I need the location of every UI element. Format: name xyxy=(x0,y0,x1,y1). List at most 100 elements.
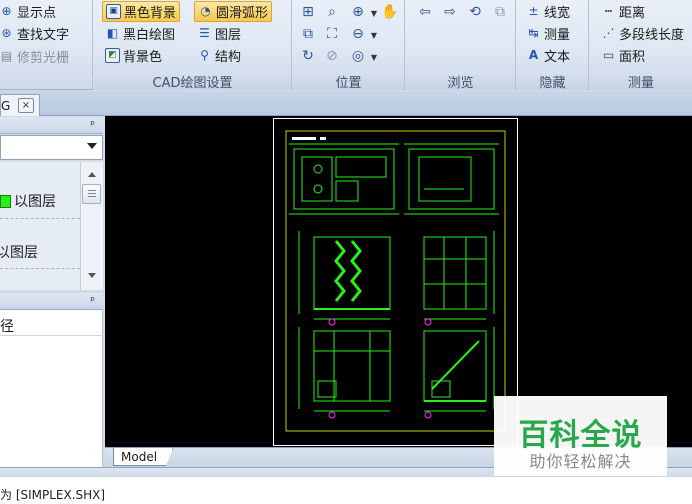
text-toggle-button[interactable]: A 文本 xyxy=(523,45,573,66)
layers-icon: ☰ xyxy=(199,26,210,40)
black-background-icon: ▣ xyxy=(106,4,121,19)
ribbon: ⊕ 显示点 ⊛ 查找文字 ▤ 修剪光栅 ▣ 黑色背景 ◔ 圆滑弧形 ◧ 黑白绘图… xyxy=(0,0,692,91)
chevron-down-icon[interactable]: ▼ xyxy=(365,48,383,66)
scroll-thumb[interactable] xyxy=(82,184,101,204)
layer-row-label: 以图层 xyxy=(14,194,56,210)
grip-icon xyxy=(88,196,96,197)
document-tab-label: G xyxy=(1,98,11,113)
document-tab[interactable]: G × xyxy=(0,94,40,116)
show-points-button[interactable]: ⊕ 显示点 xyxy=(0,1,59,22)
ribbon-group-view: ⊕ 显示点 ⊛ 查找文字 ▤ 修剪光栅 xyxy=(0,0,93,90)
path-panel-header: ᵖ xyxy=(0,293,103,310)
structure-label: 结构 xyxy=(215,50,242,65)
layers-label: 图层 xyxy=(215,28,242,43)
row-divider xyxy=(0,218,80,219)
document-tab-bar: G × xyxy=(0,91,692,116)
raster-icon: ▤ xyxy=(0,49,13,63)
scroll-up-icon[interactable] xyxy=(88,172,96,177)
smooth-arc-icon: ◔ xyxy=(200,4,211,18)
layer-filter-dropdown[interactable] xyxy=(0,135,103,160)
show-points-label: 显示点 xyxy=(17,6,57,21)
pin-icon[interactable]: ᵖ xyxy=(90,294,95,307)
layers-button[interactable]: ☰ 图层 xyxy=(194,23,244,44)
drawing-sheet xyxy=(273,118,518,446)
background-color-icon: ◩ xyxy=(105,48,120,63)
hide-group-label: 隐藏 xyxy=(517,72,588,91)
bw-drawing-label: 黑白绘图 xyxy=(123,28,176,43)
smooth-arc-button[interactable]: ◔ 圆滑弧形 xyxy=(194,1,273,22)
command-line-text: 为 [SIMPLEX.SHX] xyxy=(0,488,106,502)
zoom-extents-icon[interactable]: ⧉ xyxy=(299,25,317,43)
polyline-length-button[interactable]: ⋰ 多段线长度 xyxy=(598,23,687,44)
layer-row[interactable]: 以图层 xyxy=(0,188,80,214)
line-width-button[interactable]: ± 线宽 xyxy=(523,1,573,22)
measure-toggle-button[interactable]: ↹ 测量 xyxy=(523,23,573,44)
refresh-icon[interactable]: ⟲ xyxy=(466,3,484,21)
chevron-down-icon[interactable] xyxy=(87,143,97,149)
area-icon: ▭ xyxy=(602,48,615,62)
layer-list: 以图层 以图层 xyxy=(0,162,80,290)
distance-button[interactable]: ┅ 距离 xyxy=(598,1,648,22)
cad-settings-group-label: CAD绘图设置 xyxy=(94,72,291,91)
text-toggle-label: 文本 xyxy=(544,50,571,65)
ribbon-group-browse: ⇦ ⇨ ⟲ ⧉ 浏览 xyxy=(406,0,516,91)
structure-icon: ⚲ xyxy=(200,48,209,62)
ribbon-group-measure: ┅ 距离 ⋰ 多段线长度 ▭ 面积 测量 xyxy=(590,0,692,91)
area-label: 面积 xyxy=(619,50,646,65)
arrow-right-icon[interactable]: ⇨ xyxy=(441,3,459,21)
row-divider xyxy=(0,268,80,269)
zoom-previous-icon[interactable]: ⊘ xyxy=(323,47,341,65)
rotate-icon[interactable]: ↻ xyxy=(299,47,317,65)
measure-group-label: 测量 xyxy=(590,72,692,91)
structure-button[interactable]: ⚲ 结构 xyxy=(194,45,244,66)
find-text-label: 查找文字 xyxy=(17,28,70,43)
bw-drawing-icon: ◧ xyxy=(106,26,119,40)
ribbon-group-position: ⊞ ⌕ ⊕ ▼ ✋ ⧉ ⛶ ⊖ ▼ ↻ ⊘ ◎ ▼ 位置 xyxy=(293,0,405,91)
area-button[interactable]: ▭ 面积 xyxy=(598,45,648,66)
text-icon: A xyxy=(528,48,539,62)
layer-color-swatch xyxy=(0,194,11,208)
smooth-arc-label: 圆滑弧形 xyxy=(216,6,269,21)
cad-drawing xyxy=(285,130,506,432)
copy-icon[interactable]: ⧉ xyxy=(491,3,509,21)
watermark: 百科全说 助你轻松解决 xyxy=(494,396,667,476)
pin-icon[interactable]: ᵖ xyxy=(90,118,95,131)
bw-drawing-button[interactable]: ◧ 黑白绘图 xyxy=(102,23,178,44)
panel-divider xyxy=(0,335,103,336)
measure-toggle-label: 测量 xyxy=(544,28,571,43)
path-panel-label: 径 xyxy=(0,319,14,335)
path-panel: 径 xyxy=(0,310,103,467)
pan-icon[interactable]: ⊞ xyxy=(299,3,317,21)
black-background-button[interactable]: ▣ 黑色背景 xyxy=(102,1,181,22)
tab-model[interactable]: Model xyxy=(113,448,173,466)
grip-icon xyxy=(88,190,96,191)
find-text-button[interactable]: ⊛ 查找文字 xyxy=(0,23,72,44)
background-color-button[interactable]: ◩ 背景色 xyxy=(102,45,165,66)
scroll-down-icon[interactable] xyxy=(88,273,96,278)
trim-raster-button[interactable]: ▤ 修剪光栅 xyxy=(0,46,72,67)
zoom-window-icon[interactable]: ⌕ xyxy=(323,3,341,21)
line-width-icon: ± xyxy=(528,4,539,18)
arrow-left-icon[interactable]: ⇦ xyxy=(416,3,434,21)
polyline-length-label: 多段线长度 xyxy=(619,28,685,43)
ruler-icon: ↹ xyxy=(528,26,539,40)
distance-label: 距离 xyxy=(619,6,646,21)
layer-row[interactable]: 以图层 xyxy=(0,239,76,265)
model-tab-label: Model xyxy=(121,449,158,464)
hand-icon[interactable]: ✋ xyxy=(381,3,399,21)
chevron-down-icon[interactable]: ▼ xyxy=(365,26,383,44)
black-background-label: 黑色背景 xyxy=(124,6,177,21)
find-text-icon: ⊛ xyxy=(1,26,12,40)
layer-panel-header: ᵖ xyxy=(0,117,103,134)
target-icon: ⊕ xyxy=(1,4,12,18)
polyline-icon: ⋰ xyxy=(602,26,615,40)
close-icon[interactable]: × xyxy=(18,98,34,113)
line-width-label: 线宽 xyxy=(544,6,571,21)
browse-group-label: 浏览 xyxy=(406,72,515,91)
ribbon-group-cad-settings: ▣ 黑色背景 ◔ 圆滑弧形 ◧ 黑白绘图 ☰ 图层 ◩ 背景色 ⚲ 结构 CAD… xyxy=(94,0,292,91)
distance-icon: ┅ xyxy=(604,4,613,18)
fit-icon[interactable]: ⛶ xyxy=(323,25,341,43)
ribbon-group-hide: ± 线宽 ↹ 测量 A 文本 隐藏 xyxy=(517,0,589,91)
layer-list-scrollbar[interactable] xyxy=(80,162,103,290)
trim-raster-label: 修剪光栅 xyxy=(17,51,70,66)
